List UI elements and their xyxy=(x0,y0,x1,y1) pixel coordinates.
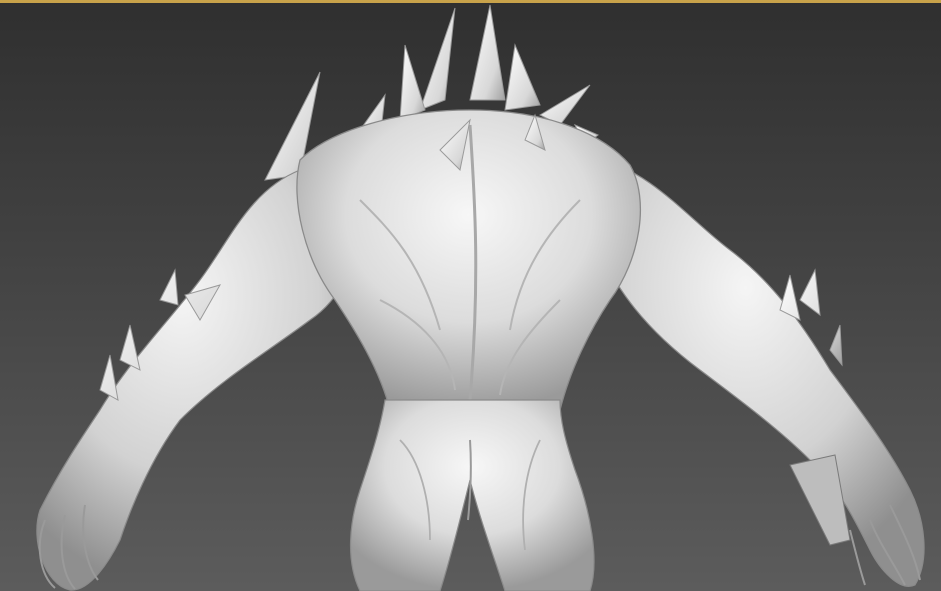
sculpted-creature-model[interactable] xyxy=(0,0,941,591)
legs xyxy=(349,399,595,591)
right-arm xyxy=(599,159,925,587)
3d-viewport[interactable] xyxy=(0,0,941,591)
torso xyxy=(296,109,641,411)
